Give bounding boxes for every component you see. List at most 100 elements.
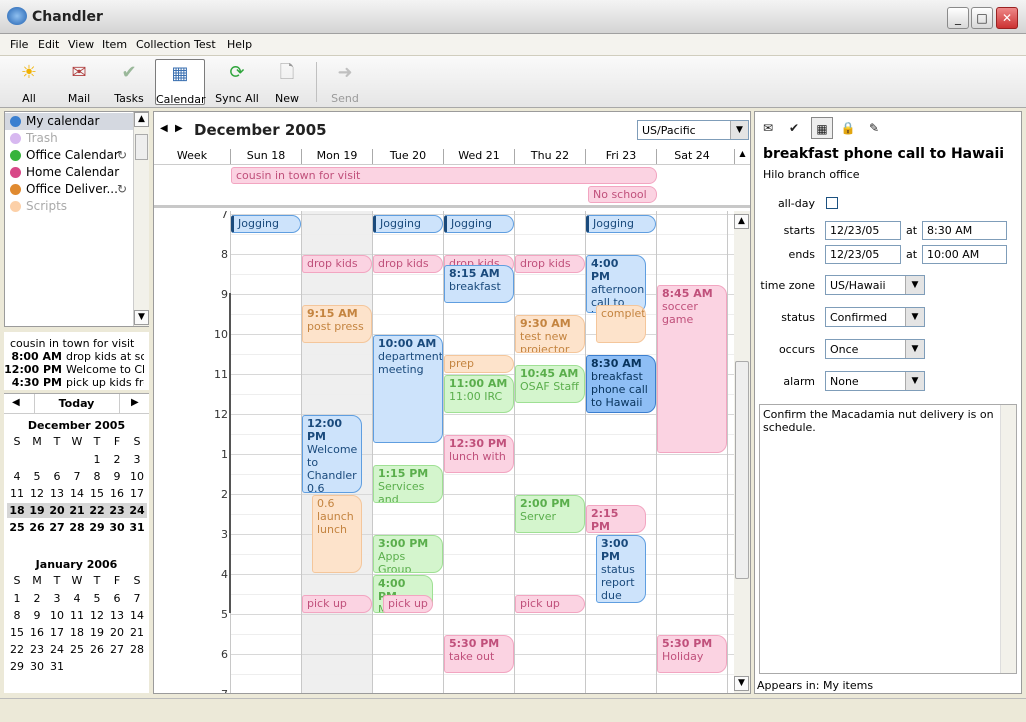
menu-file[interactable]: File [10, 38, 28, 51]
mini-calendar-day[interactable]: 17 [127, 487, 147, 500]
calendar-event[interactable]: 8:45 AM soccer game [657, 285, 727, 453]
pen-icon[interactable]: ✎ [863, 117, 885, 139]
mini-calendar-day[interactable]: 1 [7, 592, 27, 605]
toolbar-send-button[interactable]: ➜ Send [324, 59, 366, 105]
menu-help[interactable]: Help [227, 38, 252, 51]
mini-calendar-day[interactable]: 19 [87, 626, 107, 639]
all-day-checkbox[interactable] [826, 197, 838, 209]
event-title[interactable]: breakfast phone call to Hawaii [763, 146, 1004, 162]
mini-calendar-day[interactable]: 29 [7, 660, 27, 673]
mini-calendar-day[interactable]: 12 [87, 609, 107, 622]
calendar-event[interactable]: pick up kids [302, 595, 372, 613]
mini-calendar-day[interactable]: 5 [87, 592, 107, 605]
mini-calendar-day[interactable]: 6 [107, 592, 127, 605]
sidebar-item-scripts[interactable]: Scripts [5, 198, 133, 215]
check-icon[interactable]: ✔ [783, 117, 805, 139]
mini-calendar-day[interactable]: 28 [127, 643, 147, 656]
sidebar-scrollbar[interactable]: ▲ ▼ [133, 112, 149, 326]
calendar-event[interactable]: drop kids at [302, 255, 372, 273]
calendar-scrollbar[interactable]: ▲ ▼ [734, 211, 750, 693]
start-date-field[interactable]: 12/23/05 [825, 221, 901, 240]
calendar-event[interactable]: 8:15 AM breakfast [444, 265, 514, 303]
day-header[interactable]: Sun 18 [230, 149, 301, 164]
preview-item[interactable]: 12:00 PMWelcome to Chandler [4, 363, 144, 376]
menu-collection[interactable]: Collection [136, 38, 190, 51]
calendar-event[interactable]: 2:15 PMdentist - [586, 505, 646, 533]
previous-week-icon[interactable]: ◀ [160, 123, 168, 134]
notes-textarea[interactable]: Confirm the Macadamia nut delivery is on… [759, 404, 1017, 674]
calendar-event[interactable]: 9:15 AM post press [302, 305, 372, 343]
minimize-button[interactable]: _ [947, 7, 969, 29]
calendar-event[interactable]: 11:00 AM 11:00 IRC [444, 375, 514, 413]
calendar-event[interactable]: 10:00 AM department meeting [373, 335, 443, 443]
calendar-event[interactable]: Jogging [444, 215, 514, 233]
mini-calendar-day[interactable]: 25 [7, 521, 27, 534]
sidebar-item-trash[interactable]: Trash [5, 130, 133, 147]
mini-calendar-day[interactable]: 15 [87, 487, 107, 500]
mini-calendar-day[interactable]: 9 [107, 470, 127, 483]
mini-calendar-day[interactable]: 26 [87, 643, 107, 656]
scroll-thumb[interactable] [135, 134, 148, 160]
scroll-up-icon[interactable]: ▲ [734, 214, 749, 229]
mini-calendar-day[interactable]: 15 [7, 626, 27, 639]
mini-calendar-day[interactable]: 18 [67, 626, 87, 639]
toolbar-tasks-button[interactable]: ✔ Tasks [108, 59, 150, 105]
maximize-button[interactable]: □ [971, 7, 993, 29]
calendar-event[interactable]: Jogging [586, 215, 656, 233]
calendar-event[interactable]: 5:30 PM Holiday [657, 635, 727, 673]
toolbar-all-button[interactable]: ☀ All [8, 59, 50, 105]
timezone-select[interactable]: US/Pacific ▼ [637, 120, 749, 140]
calendar-event[interactable]: 1:15 PM Services and [373, 465, 443, 503]
mini-calendar-day[interactable]: 14 [67, 487, 87, 500]
mini-calendar-day[interactable]: 8 [7, 609, 27, 622]
calendar-event[interactable]: Jogging [373, 215, 443, 233]
mini-calendar-day[interactable]: 30 [27, 660, 47, 673]
day-header[interactable]: Mon 19 [301, 149, 372, 164]
mini-calendar-day[interactable]: 16 [27, 626, 47, 639]
mini-calendar-day[interactable]: 22 [87, 504, 107, 517]
occurs-dropdown[interactable]: Once ▼ [825, 339, 925, 359]
calendar-event[interactable]: Jogging [231, 215, 301, 233]
mini-calendar-day[interactable]: 9 [27, 609, 47, 622]
scroll-down-icon[interactable]: ▼ [734, 676, 749, 691]
scroll-up-icon[interactable]: ▲ [134, 112, 149, 127]
menu-item[interactable]: Item [102, 38, 127, 51]
mini-calendar-day[interactable]: 30 [107, 521, 127, 534]
mini-calendar-day[interactable]: 26 [27, 521, 47, 534]
mini-calendar-day[interactable]: 2 [27, 592, 47, 605]
mini-calendar-day[interactable]: 6 [47, 470, 67, 483]
menu-test[interactable]: Test [194, 38, 216, 51]
day-header[interactable]: Sat 24 [656, 149, 727, 164]
mini-calendar-day[interactable]: 24 [127, 504, 147, 517]
mini-calendar-day[interactable]: 23 [27, 643, 47, 656]
mini-calendar-day[interactable]: 13 [47, 487, 67, 500]
mini-calendar-day[interactable]: 21 [67, 504, 87, 517]
mini-calendar-day[interactable]: 16 [107, 487, 127, 500]
calendar-event[interactable]: 0.6 launch lunch [312, 495, 362, 573]
day-header[interactable]: Thu 22 [514, 149, 585, 164]
preview-item[interactable]: 8:00 AMdrop kids at school [4, 350, 144, 363]
all-day-event[interactable]: cousin in town for visit [231, 167, 657, 184]
mini-calendar-day[interactable]: 11 [7, 487, 27, 500]
close-button[interactable]: ✕ [996, 7, 1018, 29]
timezone-dropdown[interactable]: US/Hawaii ▼ [825, 275, 925, 295]
mini-calendar-day[interactable]: 7 [67, 470, 87, 483]
alarm-dropdown[interactable]: None ▼ [825, 371, 925, 391]
mini-calendar-day[interactable]: 4 [67, 592, 87, 605]
mini-calendar-day[interactable]: 13 [107, 609, 127, 622]
calendar-event[interactable]: 5:30 PM take out [444, 635, 514, 673]
menu-edit[interactable]: Edit [38, 38, 59, 51]
day-header[interactable]: Fri 23 [585, 149, 656, 164]
next-month-icon[interactable]: ▶ [131, 397, 139, 408]
calendar-event[interactable]: drop kids at [515, 255, 585, 273]
mini-calendar-day[interactable]: 10 [47, 609, 67, 622]
calendar-event[interactable]: complete [596, 305, 646, 343]
calendar-event[interactable]: 9:30 AMtest new projector for [515, 315, 585, 353]
day-header[interactable]: Wed 21 [443, 149, 514, 164]
sidebar-item-my-calendar[interactable]: My calendar [5, 113, 133, 130]
mini-calendar-day[interactable]: 11 [67, 609, 87, 622]
mini-calendar-day[interactable]: 25 [67, 643, 87, 656]
sidebar-item-office-deliveries[interactable]: Office Deliver... ↻ [5, 181, 133, 198]
mini-calendar-day[interactable]: 17 [47, 626, 67, 639]
mini-calendar-day[interactable]: 21 [127, 626, 147, 639]
